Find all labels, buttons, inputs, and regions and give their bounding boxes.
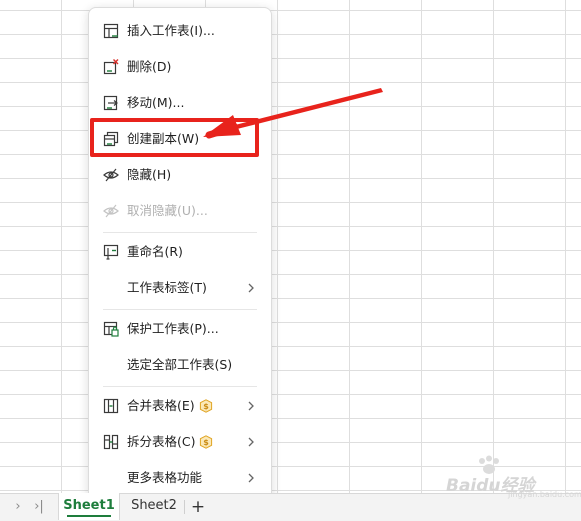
menu-item-label: 插入工作表(I)... bbox=[127, 23, 215, 38]
split-table-icon bbox=[103, 434, 119, 450]
chevron-right-icon bbox=[248, 283, 254, 293]
last-sheet-button[interactable]: ›| bbox=[30, 497, 48, 517]
insert-sheet-icon bbox=[103, 23, 119, 39]
sheet-tab-sheet1[interactable]: Sheet1 bbox=[58, 493, 120, 520]
active-tab-indicator bbox=[67, 515, 111, 517]
menu-item-label: 移动(M)... bbox=[127, 95, 185, 110]
premium-badge-icon: $ bbox=[199, 399, 213, 413]
menu-separator bbox=[103, 386, 257, 387]
menu-item-label: 取消隐藏(U)... bbox=[127, 203, 208, 218]
protect-sheet-icon bbox=[103, 321, 119, 337]
svg-text:$: $ bbox=[203, 438, 209, 447]
chevron-right-icon bbox=[248, 473, 254, 483]
next-sheet-button[interactable]: › bbox=[9, 497, 27, 517]
sheet-tab-sheet2[interactable]: Sheet2 bbox=[124, 493, 184, 520]
menu-separator bbox=[103, 232, 257, 233]
menu-item-label: 重命名(R) bbox=[127, 244, 183, 259]
menu-item-label: 选定全部工作表(S) bbox=[127, 357, 233, 372]
menu-separator bbox=[103, 309, 257, 310]
menu-item-label: 更多表格功能 bbox=[127, 470, 203, 485]
menu-item-label: 保护工作表(P)... bbox=[127, 321, 219, 336]
move-sheet-icon bbox=[103, 95, 118, 111]
menu-item-split-table[interactable]: 拆分表格(C) $ bbox=[89, 425, 271, 459]
sheet-tab-label: Sheet2 bbox=[131, 498, 177, 513]
add-sheet-button[interactable]: + bbox=[188, 494, 208, 520]
menu-item-select-all-sheets[interactable]: 选定全部工作表(S) bbox=[89, 348, 271, 382]
watermark-url: jingyan.baidu.com bbox=[508, 490, 581, 499]
menu-item-label: 工作表标签(T) bbox=[127, 280, 207, 295]
chevron-right-icon bbox=[248, 437, 254, 447]
rename-icon bbox=[103, 244, 119, 260]
premium-badge-icon: $ bbox=[199, 435, 213, 449]
menu-item-more-table-functions[interactable]: 更多表格功能 bbox=[89, 461, 271, 495]
merge-table-icon bbox=[103, 398, 119, 414]
baidu-watermark: Baidu经验 jingyan.baidu.com bbox=[446, 455, 581, 499]
menu-item-rename[interactable]: 重命名(R) bbox=[89, 235, 271, 269]
sheet-context-menu: 插入工作表(I)... 删除(D) 移动(M)... 创建副本(W) 隐藏(H)… bbox=[88, 7, 272, 501]
menu-item-label: 删除(D) bbox=[127, 59, 172, 74]
annotation-arrow bbox=[203, 88, 383, 139]
sheet-tab-bar: › ›| Sheet1 Sheet2 + bbox=[0, 493, 581, 521]
menu-item-label: 合并表格(E) bbox=[127, 398, 195, 413]
sheet-tab-label: Sheet1 bbox=[63, 498, 115, 513]
menu-item-delete[interactable]: 删除(D) bbox=[89, 50, 271, 84]
menu-item-protect-sheet[interactable]: 保护工作表(P)... bbox=[89, 312, 271, 346]
menu-item-label: 拆分表格(C) bbox=[127, 434, 196, 449]
menu-item-unhide[interactable]: 取消隐藏(U)... bbox=[89, 194, 271, 228]
tab-divider bbox=[184, 500, 185, 514]
hide-icon bbox=[103, 168, 119, 182]
chevron-right-icon bbox=[248, 401, 254, 411]
menu-item-label: 隐藏(H) bbox=[127, 167, 172, 182]
menu-item-sheet-tab[interactable]: 工作表标签(T) bbox=[89, 271, 271, 305]
menu-item-merge-table[interactable]: 合并表格(E) $ bbox=[89, 389, 271, 423]
delete-sheet-icon bbox=[103, 59, 119, 75]
menu-item-hide[interactable]: 隐藏(H) bbox=[89, 158, 271, 192]
unhide-icon bbox=[103, 204, 119, 218]
menu-item-insert-sheet[interactable]: 插入工作表(I)... bbox=[89, 14, 271, 48]
svg-text:$: $ bbox=[203, 402, 209, 411]
